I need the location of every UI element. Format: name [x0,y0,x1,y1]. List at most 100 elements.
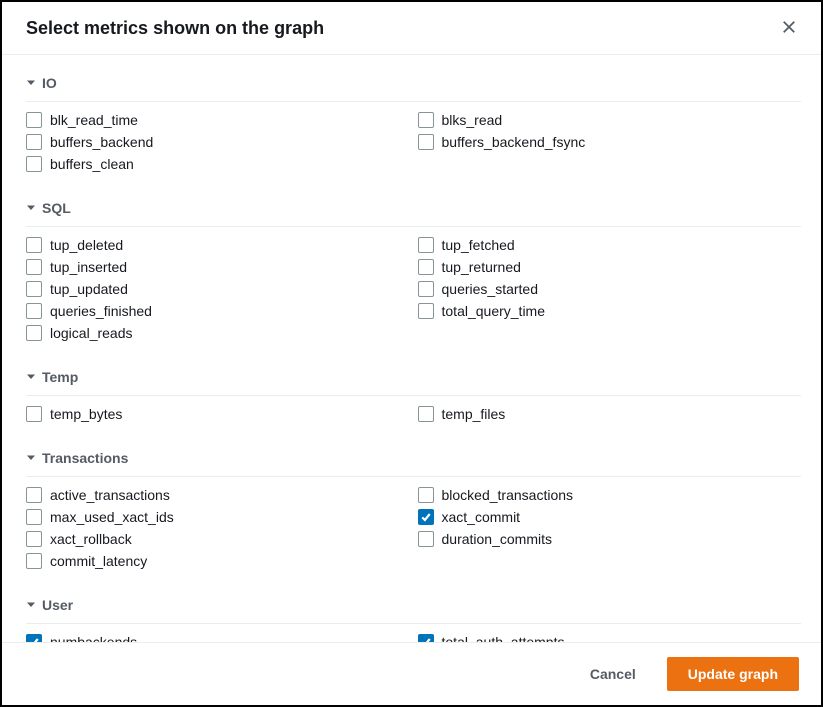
metric-checkbox[interactable] [418,487,434,503]
metric-checkbox[interactable] [26,553,42,569]
caret-down-icon [26,75,36,91]
metric-label: temp_files [442,406,506,422]
section-temp: Temp temp_bytes temp_files [26,359,817,432]
metric-item[interactable]: numbackends [26,632,410,642]
section-io: IOblk_read_timeblks_readbuffers_backendb… [26,65,817,182]
section-header[interactable]: User [26,587,801,624]
modal-title: Select metrics shown on the graph [26,18,324,39]
close-button[interactable] [777,16,801,40]
metric-item[interactable]: temp_bytes [26,404,410,424]
metric-label: buffers_clean [50,156,134,172]
metric-item[interactable]: buffers_backend_fsync [418,132,802,152]
caret-down-icon [26,200,36,216]
metric-item[interactable]: blocked_transactions [418,485,802,505]
metric-checkbox[interactable] [26,112,42,128]
metric-item[interactable]: total_query_time [418,301,802,321]
metric-item[interactable]: blk_read_time [26,110,410,130]
metric-checkbox[interactable] [26,531,42,547]
metric-checkbox[interactable] [26,259,42,275]
metric-item[interactable]: logical_reads [26,323,410,343]
metric-label: blks_read [442,112,503,128]
section-items: temp_bytes temp_files [26,404,801,432]
metric-label: max_used_xact_ids [50,509,174,525]
metric-checkbox[interactable] [418,634,434,642]
metric-checkbox[interactable] [26,406,42,422]
caret-down-icon [26,450,36,466]
metric-label: numbackends [50,634,137,642]
metric-checkbox[interactable] [418,134,434,150]
metric-item[interactable]: queries_started [418,279,802,299]
metric-checkbox[interactable] [418,406,434,422]
metric-checkbox[interactable] [26,303,42,319]
metric-item[interactable]: tup_updated [26,279,410,299]
metric-checkbox[interactable] [418,509,434,525]
metric-label: duration_commits [442,531,553,547]
close-icon [782,20,796,37]
metric-item[interactable]: tup_deleted [26,235,410,255]
metric-label: xact_commit [442,509,521,525]
metric-label: buffers_backend_fsync [442,134,586,150]
metric-label: commit_latency [50,553,147,569]
metric-item[interactable]: total_auth_attempts [418,632,802,642]
metric-label: blk_read_time [50,112,138,128]
metric-item[interactable]: duration_commits [418,529,802,549]
section-header[interactable]: SQL [26,190,801,227]
update-graph-button[interactable]: Update graph [667,657,799,691]
metric-label: tup_updated [50,281,128,297]
metric-checkbox[interactable] [26,156,42,172]
metric-checkbox[interactable] [418,303,434,319]
metric-label: blocked_transactions [442,487,574,503]
metric-label: tup_fetched [442,237,515,253]
section-title: Temp [42,369,78,385]
metric-item[interactable]: xact_commit [418,507,802,527]
metric-label: tup_returned [442,259,521,275]
section-items: blk_read_timeblks_readbuffers_backendbuf… [26,110,801,182]
metric-checkbox[interactable] [26,281,42,297]
metric-checkbox[interactable] [26,237,42,253]
metric-item[interactable]: buffers_backend [26,132,410,152]
section-header[interactable]: IO [26,65,801,102]
metric-item[interactable]: buffers_clean [26,154,410,174]
section-title: User [42,597,73,613]
caret-down-icon [26,369,36,385]
metric-checkbox[interactable] [26,487,42,503]
select-metrics-modal: Select metrics shown on the graph IO blk_… [0,0,823,707]
metric-label: total_auth_attempts [442,634,565,642]
metric-checkbox[interactable] [418,112,434,128]
metric-item[interactable]: max_used_xact_ids [26,507,410,527]
metric-item[interactable]: xact_rollback [26,529,410,549]
section-items: tup_deleted tup_fetched tup_inserted tup_re… [26,235,801,351]
metric-label: tup_deleted [50,237,123,253]
metric-checkbox[interactable] [418,281,434,297]
modal-header: Select metrics shown on the graph [2,2,821,55]
caret-down-icon [26,597,36,613]
metric-label: xact_rollback [50,531,132,547]
metric-label: buffers_backend [50,134,153,150]
metric-item[interactable]: tup_inserted [26,257,410,277]
metric-checkbox[interactable] [26,509,42,525]
metric-checkbox[interactable] [26,634,42,642]
metric-label: queries_started [442,281,539,297]
metric-checkbox[interactable] [26,134,42,150]
metric-checkbox[interactable] [418,259,434,275]
section-sql: SQLtup_deletedtup_fetchedtup_insertedtup… [26,190,817,351]
section-title: Transactions [42,450,128,466]
section-title: SQL [42,200,71,216]
metric-item[interactable]: commit_latency [26,551,410,571]
metric-item[interactable]: queries_finished [26,301,410,321]
cancel-button[interactable]: Cancel [569,657,657,691]
section-transactions: Transactions active_transactions blocked_t… [26,440,817,579]
section-header[interactable]: Transactions [26,440,801,477]
metric-checkbox[interactable] [26,325,42,341]
metric-item[interactable]: tup_fetched [418,235,802,255]
metric-item[interactable]: temp_files [418,404,802,424]
modal-body[interactable]: IOblk_read_timeblks_readbuffers_backendb… [2,55,821,642]
metric-item[interactable]: active_transactions [26,485,410,505]
metric-label: temp_bytes [50,406,122,422]
metric-checkbox[interactable] [418,237,434,253]
modal-footer: Cancel Update graph [2,642,821,705]
section-header[interactable]: Temp [26,359,801,396]
metric-item[interactable]: tup_returned [418,257,802,277]
metric-checkbox[interactable] [418,531,434,547]
metric-item[interactable]: blks_read [418,110,802,130]
